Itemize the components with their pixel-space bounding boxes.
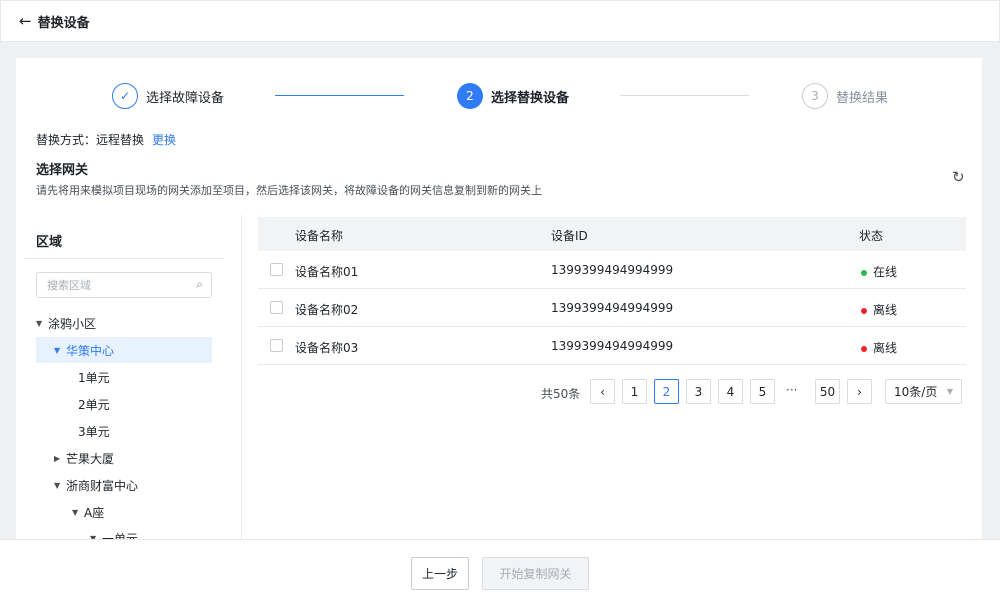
start-copy-gateway-button[interactable]: 开始复制网关: [482, 557, 589, 590]
section-title: 选择网关: [36, 163, 89, 178]
row-checkbox[interactable]: [270, 301, 283, 314]
page-button-current[interactable]: 2: [654, 379, 679, 404]
region-search-box: ⌕: [36, 272, 212, 298]
tree-node[interactable]: ▼ 浙商财富中心: [54, 472, 212, 498]
tree-node-label: 1单元: [78, 370, 110, 385]
section-description: 请先将用来模拟项目现场的网关添加至项目，然后选择该网关，将故障设备的网关信息复制…: [36, 184, 542, 197]
page-title: 替换设备: [37, 15, 90, 31]
table-header: 设备名称 设备ID 状态: [258, 217, 966, 251]
tree-node[interactable]: 2单元: [78, 391, 212, 417]
pagination: 共50条 ‹ 1 2 3 4 5 ··· 50 › 10条/页 ▼: [258, 379, 966, 405]
step-select-faulty-device: ✓ 选择故障设备: [112, 82, 224, 110]
check-icon: ✓: [112, 83, 138, 109]
device-name: 设备名称03: [295, 341, 359, 355]
tree-node-label: 华策中心: [66, 343, 115, 358]
column-header-status: 状态: [859, 229, 884, 243]
device-id: 1399399494994999: [551, 263, 674, 277]
table-row[interactable]: 设备名称02 1399399494994999 离线: [258, 289, 966, 327]
column-header-id: 设备ID: [551, 229, 588, 243]
page-button[interactable]: 1: [622, 379, 647, 404]
step-number: 2: [457, 83, 483, 109]
tree-node-selected[interactable]: ▼ 华策中心: [36, 337, 212, 363]
page-button[interactable]: 3: [686, 379, 711, 404]
tree-node[interactable]: ▼ A座: [72, 499, 212, 525]
tree-node-label: 芒果大厦: [66, 451, 115, 466]
prev-page-icon[interactable]: ‹: [590, 379, 615, 404]
replace-method-label: 替换方式：远程替换: [36, 133, 145, 147]
refresh-icon[interactable]: ↻: [952, 168, 965, 186]
step-label: 选择故障设备: [146, 90, 225, 106]
table-row[interactable]: 设备名称01 1399399494994999 在线: [258, 251, 966, 289]
next-page-icon[interactable]: ›: [847, 379, 872, 404]
tree-node-label: 浙商财富中心: [66, 478, 139, 493]
step-connector-pending: [620, 95, 749, 96]
page-size-value: 10条/页: [894, 385, 938, 399]
step-replace-result: 3 替换结果: [802, 82, 888, 110]
status-online-dot: [861, 269, 867, 276]
tree-node-label: 涂鸦小区: [48, 316, 97, 331]
device-table: 设备名称 设备ID 状态 设备名称01 1399399494994999 在线 …: [258, 217, 966, 365]
pagination-total: 共50条: [541, 387, 581, 401]
tree-node[interactable]: 1单元: [78, 364, 212, 390]
footer-bar: 上一步 开始复制网关: [0, 539, 1000, 612]
tree-node[interactable]: 3单元: [78, 418, 212, 444]
arrow-left-icon[interactable]: ←: [19, 13, 32, 29]
tree-node[interactable]: ▼ 涂鸦小区: [36, 310, 212, 336]
replace-method: 替换方式：远程替换 更换: [36, 131, 176, 148]
status-offline-dot: [861, 345, 867, 352]
region-panel: 区域 ⌕ ▼ 涂鸦小区 ▼ 华策中心 1单元 2单元 3单元: [24, 215, 242, 540]
device-id: 1399399494994999: [551, 301, 674, 315]
change-method-link[interactable]: 更换: [152, 133, 176, 147]
replace-device-card: ✓ 选择故障设备 2 选择替换设备 3 替换结果 替换方式：远程替换 更换 选择网…: [16, 58, 982, 540]
step-select-replacement-device: 2 选择替换设备: [457, 82, 569, 110]
region-title: 区域: [36, 235, 63, 250]
row-checkbox[interactable]: [270, 263, 283, 276]
tree-node[interactable]: ▼ 一单元: [90, 525, 212, 541]
region-search-input[interactable]: [37, 273, 177, 297]
status-offline-dot: [861, 307, 867, 314]
device-id: 1399399494994999: [551, 339, 674, 353]
device-status-label: 离线: [873, 303, 898, 317]
device-status-label: 离线: [873, 341, 898, 355]
page-size-select[interactable]: 10条/页 ▼: [885, 379, 962, 404]
page-button[interactable]: 4: [718, 379, 743, 404]
caret-down-icon[interactable]: ▼: [72, 508, 84, 517]
steps-bar: ✓ 选择故障设备 2 选择替换设备 3 替换结果: [16, 82, 982, 110]
caret-right-icon[interactable]: ▶: [54, 454, 66, 463]
divider: [24, 258, 224, 259]
device-name: 设备名称01: [295, 265, 359, 279]
previous-step-button[interactable]: 上一步: [411, 557, 469, 590]
step-connector-done: [275, 95, 404, 96]
step-label: 替换结果: [836, 90, 889, 106]
caret-down-icon: ▼: [946, 387, 953, 396]
tree-node-label: 2单元: [78, 397, 110, 412]
device-status-label: 在线: [873, 265, 898, 279]
tree-node-label: 3单元: [78, 424, 110, 439]
caret-down-icon[interactable]: ▼: [54, 346, 66, 355]
device-status: 离线: [861, 301, 897, 318]
top-bar: ← 替换设备: [0, 0, 1000, 42]
caret-down-icon[interactable]: ▼: [36, 319, 48, 328]
search-icon[interactable]: ⌕: [196, 277, 203, 292]
column-header-name: 设备名称: [295, 229, 344, 243]
device-status: 在线: [861, 263, 897, 280]
tree-node[interactable]: ▶ 芒果大厦: [54, 445, 212, 471]
page-button-last[interactable]: 50: [815, 379, 840, 404]
caret-down-icon[interactable]: ▼: [54, 481, 66, 490]
step-label: 选择替换设备: [491, 90, 570, 106]
table-row[interactable]: 设备名称03 1399399494994999 离线: [258, 327, 966, 365]
device-name: 设备名称02: [295, 303, 359, 317]
step-number: 3: [802, 83, 828, 109]
tree-node-label: A座: [84, 505, 105, 520]
page-button[interactable]: 5: [750, 379, 775, 404]
row-checkbox[interactable]: [270, 339, 283, 352]
pagination-ellipsis[interactable]: ···: [786, 383, 797, 397]
device-status: 离线: [861, 339, 897, 356]
